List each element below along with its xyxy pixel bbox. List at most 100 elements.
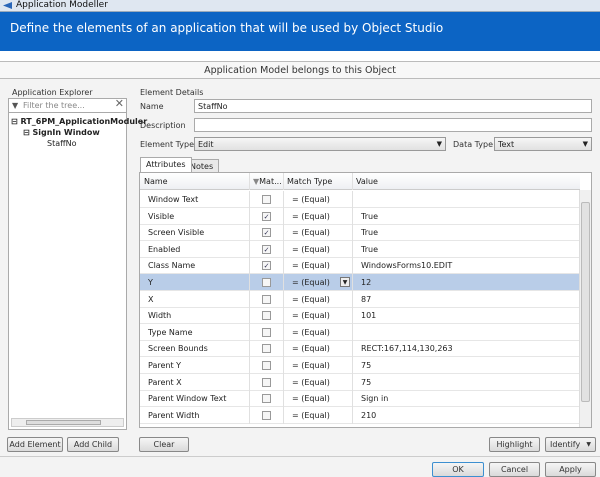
row-value[interactable]: 210 [353, 407, 580, 424]
table-row[interactable]: Parent Width = (Equal) 210 [140, 406, 580, 424]
chevron-down-icon[interactable]: ▼ [340, 277, 350, 287]
cancel-button[interactable]: Cancel [489, 462, 540, 477]
description-input[interactable] [194, 118, 592, 132]
table-row[interactable]: Parent Y = (Equal) 75 [140, 357, 580, 374]
element-type-select[interactable]: Edit ▼ [194, 137, 446, 151]
clear-filter-icon[interactable]: ✕ [115, 98, 124, 109]
match-checkbox[interactable] [262, 195, 271, 204]
filter-placeholder: Filter the tree... [23, 101, 85, 110]
row-value[interactable]: 87 [353, 291, 580, 308]
add-child-button[interactable]: Add Child [67, 437, 119, 452]
row-name: Parent Y [140, 357, 250, 374]
match-checkbox[interactable] [262, 361, 271, 370]
app-icon [3, 2, 12, 9]
match-checkbox[interactable] [262, 278, 271, 287]
table-row[interactable]: Window Text = (Equal) [140, 191, 580, 208]
row-value[interactable]: 101 [353, 307, 580, 324]
chevron-down-icon: ▼ [582, 140, 588, 148]
table-row[interactable]: Width = (Equal) 101 [140, 307, 580, 325]
ok-button[interactable]: OK [432, 462, 484, 477]
row-name: Class Name [140, 257, 250, 275]
row-value[interactable] [353, 324, 580, 341]
table-row[interactable]: Visible ✓ = (Equal) True [140, 207, 580, 225]
row-match-type[interactable]: = (Equal) [284, 257, 353, 275]
row-value[interactable]: Sign in [353, 390, 580, 407]
tree-view[interactable]: ⊟ RT_6PM_ApplicationModuler ⊟ SignIn Win… [8, 112, 147, 430]
tree-node-window[interactable]: ⊟ SignIn Window [23, 128, 100, 137]
match-checkbox[interactable] [262, 311, 271, 321]
row-match-type[interactable]: = (Equal) [284, 307, 353, 325]
attributes-table: Name ▼Mat... Match Type Value Window Tex… [139, 172, 592, 428]
row-match-type[interactable]: = (Equal) ▼ [284, 274, 353, 291]
match-checkbox[interactable]: ✓ [262, 261, 271, 271]
header-value[interactable]: Value [353, 173, 580, 190]
filter-input[interactable]: ▼ Filter the tree... ✕ [8, 98, 127, 113]
row-value[interactable]: 75 [353, 357, 580, 374]
row-value[interactable]: True [353, 241, 580, 258]
tab-attributes[interactable]: Attributes [140, 157, 192, 172]
table-row[interactable]: Parent Window Text = (Equal) Sign in [140, 390, 580, 408]
header-match-type[interactable]: Match Type [284, 173, 353, 190]
tree-hscrollbar[interactable] [11, 418, 124, 427]
row-match-type[interactable]: = (Equal) [284, 224, 353, 242]
match-checkbox[interactable] [262, 344, 271, 354]
table-row[interactable]: Enabled ✓ = (Equal) True [140, 240, 580, 258]
row-match-type[interactable]: = (Equal) [284, 207, 353, 225]
banner: Define the elements of an application th… [0, 12, 600, 51]
row-name: Screen Bounds [140, 340, 250, 358]
row-match: ✓ [250, 257, 284, 275]
match-checkbox[interactable]: ✓ [262, 211, 271, 221]
highlight-button[interactable]: Highlight [489, 437, 540, 452]
filter-icon: ▼ [12, 101, 19, 110]
row-match-type[interactable]: = (Equal) [284, 290, 353, 308]
row-match-type[interactable]: = (Equal) [284, 240, 353, 258]
name-label: Name [140, 102, 164, 111]
match-checkbox[interactable] [262, 327, 271, 337]
row-value[interactable]: True [353, 224, 580, 241]
table-vscrollbar[interactable] [579, 190, 591, 427]
table-row[interactable]: X = (Equal) 87 [140, 290, 580, 308]
match-checkbox[interactable] [262, 410, 271, 420]
identify-button[interactable]: Identify ▼ [545, 437, 596, 452]
row-value[interactable]: 75 [353, 374, 580, 391]
data-type-select[interactable]: Text ▼ [494, 137, 592, 151]
table-row[interactable]: Y = (Equal) ▼ 12 [140, 274, 580, 291]
name-input[interactable]: StaffNo [194, 99, 592, 113]
match-checkbox[interactable]: ✓ [262, 244, 271, 254]
row-name: Parent X [140, 373, 250, 391]
row-match-type[interactable]: = (Equal) [284, 191, 353, 208]
match-checkbox[interactable]: ✓ [262, 228, 271, 238]
row-value[interactable] [353, 191, 580, 208]
row-match [250, 406, 284, 424]
row-name: Y [140, 274, 250, 291]
header-name[interactable]: Name [140, 173, 250, 190]
row-match [250, 290, 284, 308]
clear-button[interactable]: Clear [139, 437, 189, 452]
table-row[interactable]: Screen Bounds = (Equal) RECT:167,114,130… [140, 340, 580, 358]
row-match [250, 357, 284, 374]
row-match: ✓ [250, 224, 284, 242]
tree-node-app[interactable]: ⊟ RT_6PM_ApplicationModuler [11, 117, 147, 126]
row-match-type[interactable]: = (Equal) [284, 390, 353, 408]
tree-node-element[interactable]: StaffNo [47, 139, 77, 148]
row-match-type[interactable]: = (Equal) [284, 406, 353, 424]
row-value[interactable]: RECT:167,114,130,263 [353, 340, 580, 357]
match-checkbox[interactable] [262, 294, 271, 304]
row-value[interactable]: True [353, 208, 580, 225]
match-checkbox[interactable] [262, 394, 271, 404]
table-row[interactable]: Parent X = (Equal) 75 [140, 373, 580, 391]
table-row[interactable]: Type Name = (Equal) [140, 323, 580, 341]
row-match-type[interactable]: = (Equal) [284, 340, 353, 358]
header-match[interactable]: ▼Mat... [250, 173, 284, 190]
table-row[interactable]: Class Name ✓ = (Equal) WindowsForms10.ED… [140, 257, 580, 275]
apply-button[interactable]: Apply [545, 462, 596, 477]
row-match-type[interactable]: = (Equal) [284, 357, 353, 374]
row-name: Width [140, 307, 250, 325]
match-checkbox[interactable] [262, 377, 271, 387]
table-row[interactable]: Screen Visible ✓ = (Equal) True [140, 224, 580, 242]
row-value[interactable]: 12 [353, 274, 580, 291]
row-match-type[interactable]: = (Equal) [284, 323, 353, 341]
row-value[interactable]: WindowsForms10.EDIT [353, 257, 580, 274]
row-match-type[interactable]: = (Equal) [284, 373, 353, 391]
add-element-button[interactable]: Add Element [7, 437, 63, 452]
